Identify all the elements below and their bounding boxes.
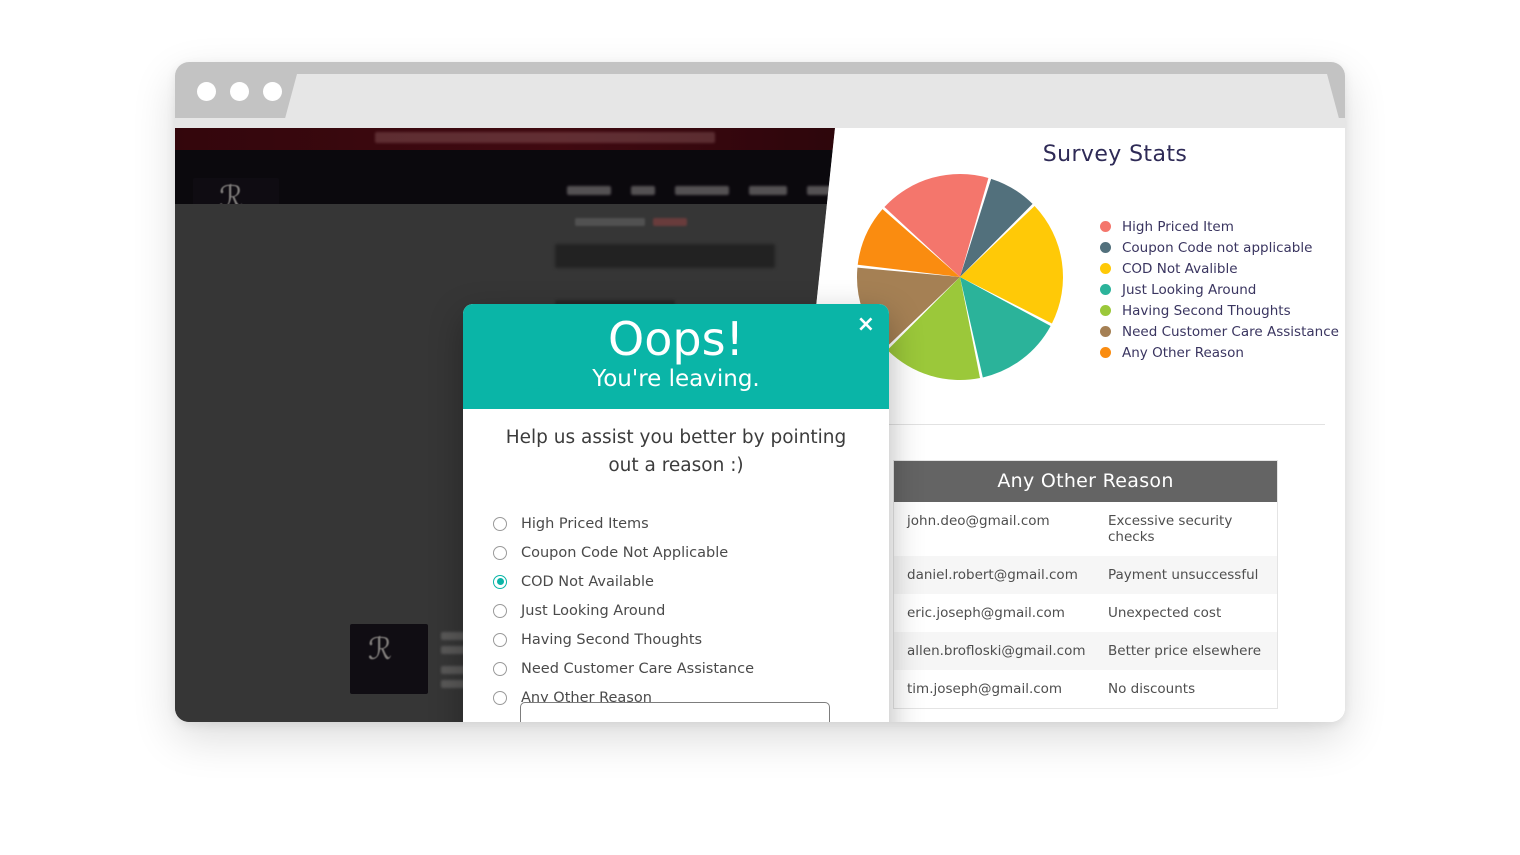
legend-swatch-icon — [1100, 242, 1111, 253]
table-cell-email: tim.joseph@gmail.com — [907, 681, 1063, 697]
table-row: daniel.robert@gmail.com Payment unsuccess… — [894, 556, 1277, 594]
table-cell-reason: Unexpected cost — [1108, 605, 1222, 621]
any-other-reason-table: Any Other Reason john.deo@gmail.com Exces… — [893, 460, 1278, 709]
reason-option-label: Coupon Code Not Applicable — [521, 544, 729, 561]
table-row: john.deo@gmail.com Excessive security che… — [894, 502, 1277, 556]
reason-option[interactable]: High Priced Items — [493, 509, 873, 538]
table-cell-email: daniel.robert@gmail.com — [907, 567, 1078, 583]
radio-button-icon[interactable] — [493, 690, 507, 705]
other-reason-input[interactable] — [520, 702, 830, 722]
browser-toolbar-strip — [175, 118, 1345, 128]
legend-item: Need Customer Care Assistance — [1100, 321, 1339, 342]
table-cell-email: allen.brofloski@gmail.com — [907, 643, 1086, 659]
legend-item: Coupon Code not applicable — [1100, 237, 1339, 258]
window-dot-maximize-icon[interactable] — [263, 82, 282, 101]
close-icon[interactable]: × — [857, 314, 875, 336]
table-row: eric.joseph@gmail.com Unexpected cost — [894, 594, 1277, 632]
reason-option[interactable]: Coupon Code Not Applicable — [493, 538, 873, 567]
radio-button-icon[interactable] — [493, 574, 507, 589]
table-body: john.deo@gmail.com Excessive security che… — [894, 502, 1277, 708]
screenshot-root: ℛ ℛ Survey Stats High Priced Item Coupon… — [0, 0, 1520, 855]
legend-label: Coupon Code not applicable — [1122, 239, 1313, 256]
legend-swatch-icon — [1100, 263, 1111, 274]
radio-button-icon[interactable] — [493, 516, 507, 531]
table-cell-reason: Excessive security checks — [1108, 513, 1233, 545]
section-divider — [853, 424, 1325, 425]
legend-label: Need Customer Care Assistance — [1122, 323, 1339, 340]
legend-label: High Priced Item — [1122, 218, 1234, 235]
table-cell-email: eric.joseph@gmail.com — [907, 605, 1065, 621]
window-controls — [197, 82, 282, 101]
page-title: Survey Stats — [1042, 142, 1188, 167]
table-row: tim.joseph@gmail.com No discounts — [894, 670, 1277, 708]
reason-option-label: Just Looking Around — [521, 602, 666, 619]
legend-label: Having Second Thoughts — [1122, 302, 1291, 319]
reason-option[interactable]: COD Not Available — [493, 567, 873, 596]
legend-label: Just Looking Around — [1122, 281, 1257, 298]
modal-body: Help us assist you better by pointing ou… — [463, 409, 889, 722]
browser-chrome — [175, 62, 1345, 128]
table-cell-reason: Better price elsewhere — [1108, 643, 1262, 659]
modal-header: Oops! You're leaving. × — [463, 304, 889, 409]
window-dot-minimize-icon[interactable] — [230, 82, 249, 101]
legend-item: Any Other Reason — [1100, 342, 1339, 363]
exit-intent-modal: Oops! You're leaving. × Help us assist y… — [463, 304, 889, 722]
browser-window: ℛ ℛ Survey Stats High Priced Item Coupon… — [175, 62, 1345, 722]
table-cell-email: john.deo@gmail.com — [907, 513, 1050, 529]
modal-prompt: Help us assist you better by pointing ou… — [505, 427, 847, 476]
legend-swatch-icon — [1100, 347, 1111, 358]
legend-item: Just Looking Around — [1100, 279, 1339, 300]
modal-title: Oops! — [608, 312, 744, 366]
legend-label: Any Other Reason — [1122, 344, 1244, 361]
radio-button-icon[interactable] — [493, 661, 507, 676]
reason-option-label: Having Second Thoughts — [521, 631, 703, 648]
reason-option[interactable]: Having Second Thoughts — [493, 625, 873, 654]
reason-option-label: High Priced Items — [521, 515, 649, 532]
legend-label: COD Not Avalible — [1122, 260, 1238, 277]
radio-button-icon[interactable] — [493, 603, 507, 618]
window-content: ℛ ℛ Survey Stats High Priced Item Coupon… — [175, 128, 1345, 722]
legend-swatch-icon — [1100, 305, 1111, 316]
reason-option-label: COD Not Available — [521, 573, 654, 590]
reason-option[interactable]: Need Customer Care Assistance — [493, 654, 873, 683]
modal-subtitle: You're leaving. — [592, 366, 760, 392]
radio-button-icon[interactable] — [493, 545, 507, 560]
legend-item: COD Not Avalible — [1100, 258, 1339, 279]
table-row: allen.brofloski@gmail.com Better price el… — [894, 632, 1277, 670]
chart-legend: High Priced Item Coupon Code not applicab… — [1100, 216, 1339, 363]
legend-swatch-icon — [1100, 284, 1111, 295]
table-cell-reason: Payment unsuccessful — [1108, 567, 1259, 583]
radio-button-icon[interactable] — [493, 632, 507, 647]
legend-item: Having Second Thoughts — [1100, 300, 1339, 321]
reason-option[interactable]: Just Looking Around — [493, 596, 873, 625]
legend-swatch-icon — [1100, 221, 1111, 232]
table-header: Any Other Reason — [894, 461, 1277, 502]
legend-swatch-icon — [1100, 326, 1111, 337]
reason-options-group: High Priced Items Coupon Code Not Applica… — [493, 509, 873, 712]
table-cell-reason: No discounts — [1108, 681, 1196, 697]
legend-item: High Priced Item — [1100, 216, 1339, 237]
reason-option-label: Need Customer Care Assistance — [521, 660, 754, 677]
window-dot-close-icon[interactable] — [197, 82, 216, 101]
